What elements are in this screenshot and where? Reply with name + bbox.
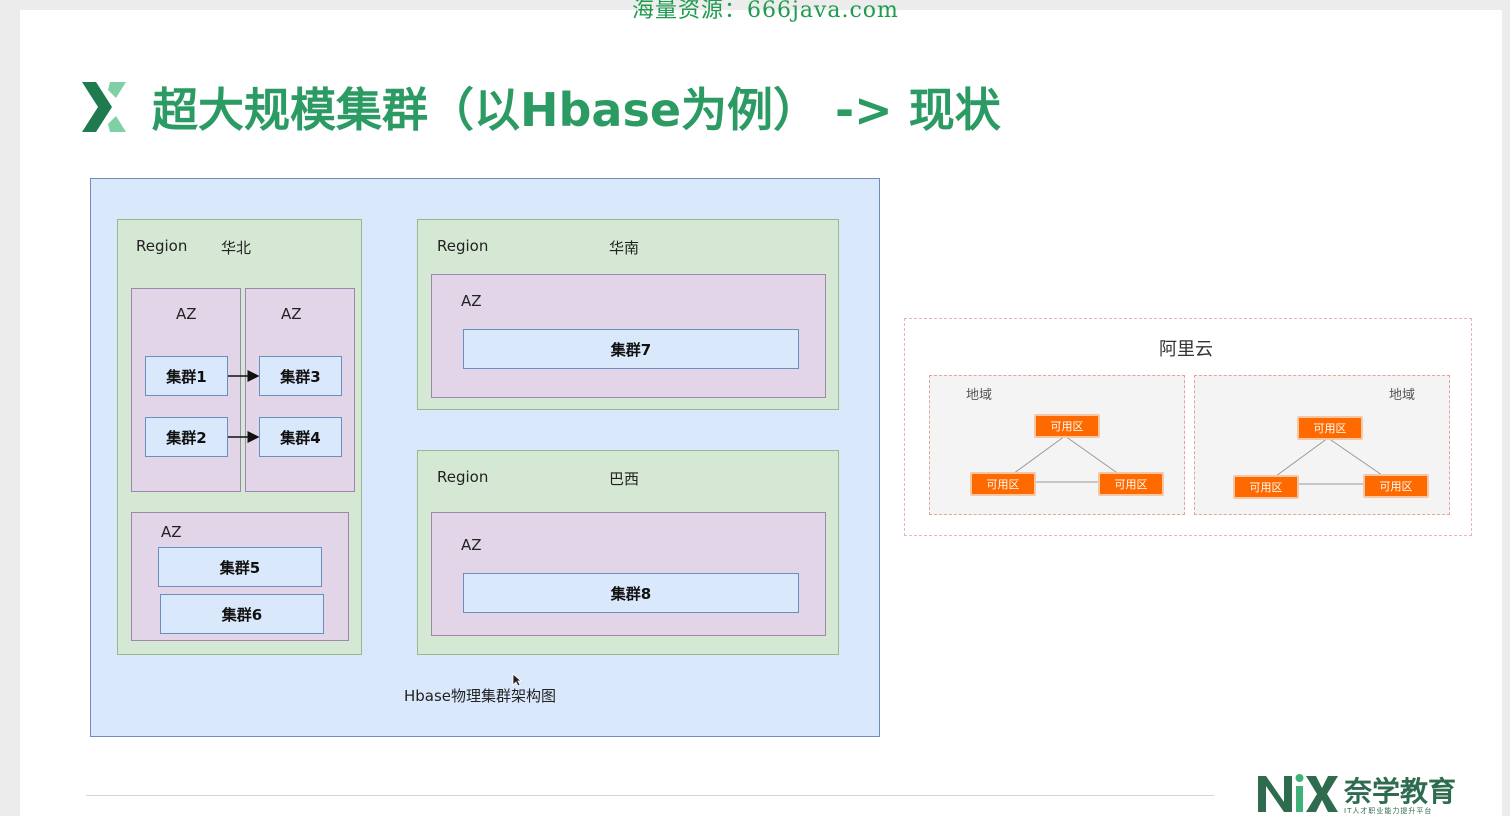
- availability-zone-badge: 可用区: [1233, 475, 1299, 499]
- mouse-cursor-icon: [512, 673, 522, 687]
- az-box: AZ 集群7: [431, 274, 826, 398]
- availability-zone-badge: 可用区: [1297, 416, 1363, 440]
- cluster-box: 集群8: [463, 573, 799, 613]
- az-box: AZ 集群8: [431, 512, 826, 636]
- hbase-architecture-diagram: Region 华北 AZ 集群1 集群2 AZ 集群3 集群4 AZ 集群5 集…: [90, 178, 880, 737]
- brand-name: 奈学教育: [1344, 775, 1457, 808]
- page-title: 超大规模集群（以Hbase为例） -> 现状: [152, 83, 1001, 137]
- region-name: 华南: [609, 239, 640, 257]
- region-label: Region: [437, 237, 489, 255]
- cluster-box: 集群7: [463, 329, 799, 369]
- domain-box: 地域 可用区 可用区 可用区: [929, 375, 1185, 515]
- aliyun-diagram: 阿里云 地域 可用区 可用区 可用区 地域 可用区 可用区 可用区: [904, 318, 1472, 536]
- logo-x-icon: [82, 82, 126, 132]
- az-label: AZ: [461, 536, 482, 554]
- domain-box: 地域 可用区 可用区 可用区: [1194, 375, 1450, 515]
- region-baxi: Region 巴西 AZ 集群8: [417, 450, 839, 655]
- diagram-caption: Hbase物理集群架构图: [404, 687, 557, 705]
- brand-tagline: IT人才职业能力提升平台: [1344, 807, 1433, 815]
- az-label: AZ: [461, 292, 482, 310]
- aliyun-title: 阿里云: [1159, 339, 1213, 360]
- footer-divider: [86, 795, 1214, 796]
- availability-zone-badge: 可用区: [1363, 474, 1429, 498]
- region-huanan: Region 华南 AZ 集群7: [417, 219, 839, 410]
- region-name: 巴西: [609, 470, 640, 488]
- watermark-text: 海量资源：666java.com: [632, 0, 899, 23]
- region-label: Region: [437, 468, 489, 486]
- availability-zone-badge: 可用区: [1034, 414, 1100, 438]
- nx-logo-icon: [1258, 774, 1338, 812]
- availability-zone-badge: 可用区: [970, 472, 1036, 496]
- availability-zone-badge: 可用区: [1098, 472, 1164, 496]
